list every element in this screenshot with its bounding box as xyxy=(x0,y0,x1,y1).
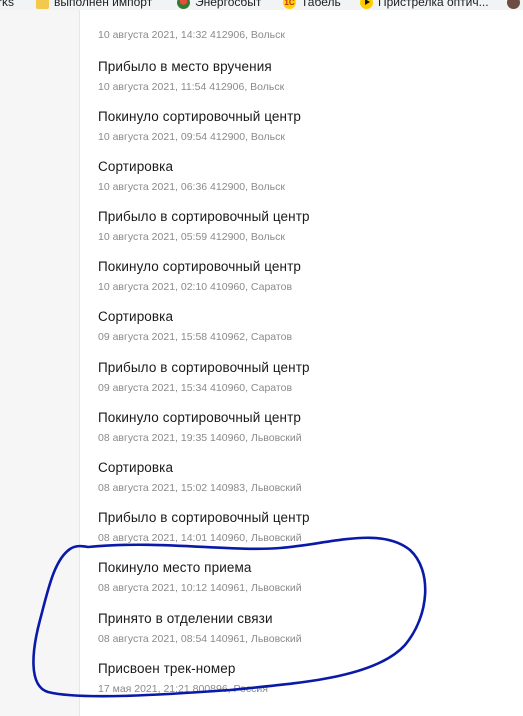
bookmark-item[interactable]: 1C Табель xyxy=(283,0,341,10)
event-title: Прибыло в сортировочный центр xyxy=(98,360,310,375)
event-meta: 17 мая 2021, 21:21 800896, Россия xyxy=(98,683,268,695)
event-meta: 08 августа 2021, 15:02 140983, Львовский xyxy=(98,482,302,494)
bookmark-label: Табель xyxy=(301,0,341,9)
event-meta: 08 августа 2021, 19:35 140960, Львовский xyxy=(98,432,302,444)
event-meta: 10 августа 2021, 02:10 410960, Саратов xyxy=(98,281,293,293)
bookmark-label: Пристрелка оптич... xyxy=(378,0,489,9)
event-title: Прибыло в сортировочный центр xyxy=(98,510,310,525)
event-meta: 09 августа 2021, 15:58 410962, Саратов xyxy=(98,331,293,343)
event-title: Сортировка xyxy=(98,460,174,475)
tracking-event: Сортировка 10 августа 2021, 06:36 412900… xyxy=(98,158,518,194)
event-title: Покинуло сортировочный центр xyxy=(98,109,301,124)
left-panel xyxy=(0,10,80,716)
bookmark-item[interactable]: rks xyxy=(0,0,14,10)
bookmark-item[interactable]: Пристрелка оптич... xyxy=(360,0,489,10)
event-title: Прибыло в место вручения xyxy=(98,59,272,74)
event-title: Сортировка xyxy=(98,159,174,174)
folder-icon xyxy=(36,0,49,9)
event-meta: 08 августа 2021, 14:01 140960, Львовский xyxy=(98,532,302,544)
tracking-event: Сортировка 08 августа 2021, 15:02 140983… xyxy=(98,459,518,495)
event-meta: 10 августа 2021, 14:32 412906, Вольск xyxy=(98,29,285,41)
bookmark-item[interactable] xyxy=(507,0,520,10)
event-meta: 09 августа 2021, 15:34 410960, Саратов xyxy=(98,382,293,394)
bookmark-item[interactable]: выполнен импорт xyxy=(36,0,152,10)
tracking-event: Покинуло место приема 08 августа 2021, 1… xyxy=(98,559,518,595)
extension-icon xyxy=(507,0,520,9)
play-icon xyxy=(360,0,373,9)
bookmark-item[interactable]: Энергосбыт xyxy=(177,0,261,10)
event-title: Сортировка xyxy=(98,309,174,324)
tracking-event: 10 августа 2021, 14:32 412906, Вольск xyxy=(98,10,518,42)
event-meta: 08 августа 2021, 10:12 140961, Львовский xyxy=(98,582,302,594)
event-title: Покинуло сортировочный центр xyxy=(98,410,301,425)
event-title: Присвоен трек-номер xyxy=(98,661,236,676)
tracking-event: Покинуло сортировочный центр 10 августа … xyxy=(98,108,518,144)
energosbyt-icon xyxy=(177,0,190,9)
tracking-event: Покинуло сортировочный центр 08 августа … xyxy=(98,409,518,445)
tracking-event: Принято в отделении связи 08 августа 202… xyxy=(98,610,518,646)
event-meta: 10 августа 2021, 06:36 412900, Вольск xyxy=(98,181,285,193)
tracking-event: Прибыло в сортировочный центр 10 августа… xyxy=(98,208,518,244)
tracking-event: Сортировка 09 августа 2021, 15:58 410962… xyxy=(98,308,518,344)
bookmark-label: выполнен импорт xyxy=(54,0,153,9)
tracking-event: Присвоен трек-номер 17 мая 2021, 21:21 8… xyxy=(98,660,518,696)
tracking-event: Покинуло сортировочный центр 10 августа … xyxy=(98,258,518,294)
event-meta: 10 августа 2021, 11:54 412906, Вольск xyxy=(98,81,285,93)
event-title: Прибыло в сортировочный центр xyxy=(98,209,310,224)
event-meta: 10 августа 2021, 09:54 412900, Вольск xyxy=(98,131,285,143)
tracking-event: Прибыло в место вручения 10 августа 2021… xyxy=(98,58,518,94)
event-title: Покинуло сортировочный центр xyxy=(98,259,301,274)
tracking-event: Прибыло в сортировочный центр 09 августа… xyxy=(98,359,518,395)
event-meta: 08 августа 2021, 08:54 140961, Львовский xyxy=(98,633,302,645)
bookmark-label: rks xyxy=(0,0,14,9)
event-title: Покинуло место приема xyxy=(98,560,252,575)
bookmarks-bar: rks выполнен импорт Энергосбыт 1C Табель… xyxy=(0,0,523,10)
event-title: Принято в отделении связи xyxy=(98,611,273,626)
tracking-event: Прибыло в сортировочный центр 08 августа… xyxy=(98,509,518,545)
event-meta: 10 августа 2021, 05:59 412900, Вольск xyxy=(98,231,285,243)
bookmark-label: Энергосбыт xyxy=(195,0,262,9)
1c-icon: 1C xyxy=(283,0,296,9)
